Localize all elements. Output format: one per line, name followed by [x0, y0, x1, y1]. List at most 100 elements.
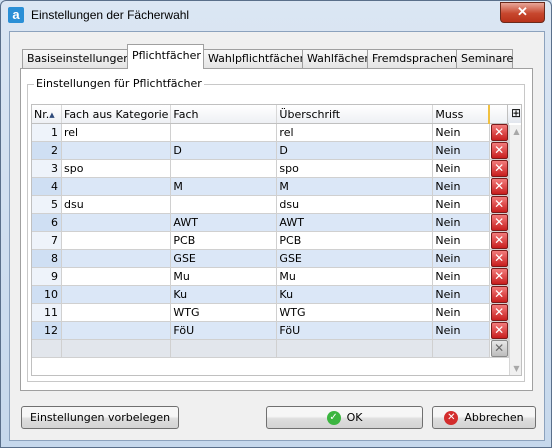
- delete-x-icon[interactable]: ✕: [490, 160, 508, 177]
- cell-ueberschrift[interactable]: WTG: [276, 303, 434, 322]
- cancel-button[interactable]: ✕ Abbrechen: [432, 406, 536, 429]
- cell-muss[interactable]: Nein: [432, 303, 490, 322]
- title-bar[interactable]: a Einstellungen der Fächerwahl ✕: [1, 1, 551, 29]
- delete-x-icon[interactable]: ✕: [490, 232, 508, 249]
- new-row-cell[interactable]: [276, 339, 434, 358]
- new-row-cell[interactable]: [32, 339, 62, 358]
- cell-muss[interactable]: Nein: [432, 123, 490, 142]
- table-row[interactable]: 10 Ku Ku Nein ✕: [32, 285, 510, 304]
- column-header-muss[interactable]: Muss: [432, 105, 491, 124]
- delete-x-icon[interactable]: ✕: [490, 286, 508, 303]
- cell-fach[interactable]: D: [170, 141, 278, 160]
- cell-muss[interactable]: Nein: [432, 213, 490, 232]
- column-header-kategorie[interactable]: Fach aus Kategorie: [61, 105, 172, 124]
- delete-cell[interactable]: ✕: [489, 303, 510, 322]
- cell-kategorie[interactable]: [61, 177, 172, 196]
- cell-ueberschrift[interactable]: spo: [276, 159, 434, 178]
- delete-cell[interactable]: ✕: [489, 213, 510, 232]
- cell-kategorie[interactable]: [61, 141, 172, 160]
- table-row[interactable]: 2 D D Nein ✕: [32, 141, 510, 160]
- table-row[interactable]: 12 FöU FöU Nein ✕: [32, 321, 510, 340]
- scroll-up-icon[interactable]: ▲: [512, 127, 521, 136]
- cell-fach[interactable]: WTG: [170, 303, 278, 322]
- delete-cell[interactable]: ✕: [489, 141, 510, 160]
- delete-x-icon[interactable]: ✕: [490, 142, 508, 159]
- tab-seminare[interactable]: Seminare: [456, 49, 513, 68]
- cell-fach[interactable]: GSE: [170, 249, 278, 268]
- table-row[interactable]: 8 GSE GSE Nein ✕: [32, 249, 510, 268]
- close-button[interactable]: ✕: [500, 2, 545, 23]
- cell-kategorie[interactable]: [61, 231, 172, 250]
- delete-cell[interactable]: ✕: [489, 249, 510, 268]
- cell-fach[interactable]: FöU: [170, 321, 278, 340]
- column-header-fach[interactable]: Fach: [170, 105, 278, 124]
- delete-x-icon[interactable]: ✕: [490, 124, 508, 141]
- delete-x-icon[interactable]: ✕: [490, 322, 508, 339]
- cell-ueberschrift[interactable]: PCB: [276, 231, 434, 250]
- table-row[interactable]: 9 Mu Mu Nein ✕: [32, 267, 510, 286]
- cell-kategorie[interactable]: dsu: [61, 195, 172, 214]
- cell-muss[interactable]: Nein: [432, 231, 490, 250]
- delete-x-icon[interactable]: ✕: [490, 304, 508, 321]
- cell-muss[interactable]: Nein: [432, 285, 490, 304]
- cell-fach[interactable]: Ku: [170, 285, 278, 304]
- tab-wahlfaecher[interactable]: Wahlfächer: [302, 49, 369, 68]
- scroll-down-icon[interactable]: ▼: [512, 364, 521, 373]
- vertical-scrollbar[interactable]: ▲ ▼: [509, 125, 521, 375]
- cell-ueberschrift[interactable]: GSE: [276, 249, 434, 268]
- delete-x-icon[interactable]: ✕: [490, 250, 508, 267]
- cell-kategorie[interactable]: [61, 267, 172, 286]
- cell-muss[interactable]: Nein: [432, 321, 490, 340]
- cell-fach[interactable]: AWT: [170, 213, 278, 232]
- cell-kategorie[interactable]: spo: [61, 159, 172, 178]
- cell-fach[interactable]: [170, 123, 278, 142]
- tab-fremdsprachen[interactable]: Fremdsprachen: [367, 49, 457, 68]
- delete-x-icon[interactable]: ✕: [490, 268, 508, 285]
- defaults-button[interactable]: Einstellungen vorbelegen: [21, 406, 179, 429]
- delete-cell[interactable]: ✕: [489, 123, 510, 142]
- tab-pflichtfaecher[interactable]: Pflichtfächer: [127, 44, 204, 69]
- table-row[interactable]: 6 AWT AWT Nein ✕: [32, 213, 510, 232]
- delete-x-icon[interactable]: ✕: [490, 196, 508, 213]
- table-row[interactable]: 4 M M Nein ✕: [32, 177, 510, 196]
- cell-ueberschrift[interactable]: AWT: [276, 213, 434, 232]
- subjects-grid[interactable]: Nr.▲ Fach aus Kategorie Fach Überschrift…: [31, 104, 522, 376]
- delete-x-icon[interactable]: ✕: [490, 214, 508, 231]
- cell-fach[interactable]: PCB: [170, 231, 278, 250]
- delete-x-icon[interactable]: ✕: [490, 178, 508, 195]
- new-row-cell[interactable]: [432, 339, 490, 358]
- table-row[interactable]: 11 WTG WTG Nein ✕: [32, 303, 510, 322]
- cell-muss[interactable]: Nein: [432, 159, 490, 178]
- delete-cell[interactable]: ✕: [489, 177, 510, 196]
- column-header-ueberschrift[interactable]: Überschrift: [276, 105, 434, 124]
- ok-button[interactable]: ✓ OK: [266, 406, 423, 429]
- delete-cell[interactable]: ✕: [489, 285, 510, 304]
- table-row[interactable]: 7 PCB PCB Nein ✕: [32, 231, 510, 250]
- delete-cell[interactable]: ✕: [489, 195, 510, 214]
- cell-fach[interactable]: [170, 195, 278, 214]
- cell-ueberschrift[interactable]: M: [276, 177, 434, 196]
- cell-kategorie[interactable]: [61, 303, 172, 322]
- cell-ueberschrift[interactable]: dsu: [276, 195, 434, 214]
- cell-kategorie[interactable]: [61, 285, 172, 304]
- cell-ueberschrift[interactable]: FöU: [276, 321, 434, 340]
- delete-cell[interactable]: ✕: [489, 267, 510, 286]
- cell-muss[interactable]: Nein: [432, 141, 490, 160]
- table-row[interactable]: 5 dsu dsu Nein ✕: [32, 195, 510, 214]
- cell-kategorie[interactable]: [61, 321, 172, 340]
- delete-cell[interactable]: ✕: [489, 231, 510, 250]
- cell-fach[interactable]: [170, 159, 278, 178]
- cell-muss[interactable]: Nein: [432, 177, 490, 196]
- cell-ueberschrift[interactable]: D: [276, 141, 434, 160]
- cell-ueberschrift[interactable]: Mu: [276, 267, 434, 286]
- delete-cell[interactable]: ✕: [489, 321, 510, 340]
- new-row[interactable]: ✕: [32, 339, 510, 358]
- cell-kategorie[interactable]: rel: [61, 123, 172, 142]
- cell-kategorie[interactable]: [61, 249, 172, 268]
- cell-kategorie[interactable]: [61, 213, 172, 232]
- delete-cell[interactable]: ✕: [489, 159, 510, 178]
- cell-fach[interactable]: M: [170, 177, 278, 196]
- cell-muss[interactable]: Nein: [432, 267, 490, 286]
- cell-muss[interactable]: Nein: [432, 195, 490, 214]
- table-row[interactable]: 1 rel rel Nein ✕: [32, 123, 510, 142]
